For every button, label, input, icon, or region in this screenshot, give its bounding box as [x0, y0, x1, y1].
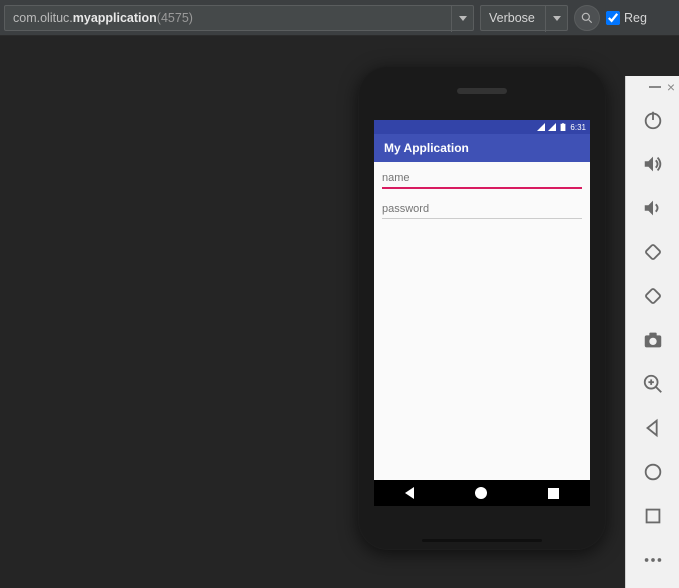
signal-icon — [537, 123, 545, 131]
battery-icon — [559, 123, 567, 131]
back-button[interactable] — [631, 406, 675, 450]
nav-home-icon[interactable] — [475, 487, 487, 499]
name-field[interactable] — [382, 168, 582, 189]
power-button[interactable] — [631, 98, 675, 142]
camera-icon — [642, 329, 664, 351]
log-level-label: Verbose — [489, 11, 535, 25]
rotate-left-button[interactable] — [631, 230, 675, 274]
workspace: 6:31 My Application × — [0, 36, 679, 557]
emulator-device-frame: 6:31 My Application — [358, 66, 606, 550]
password-field[interactable] — [382, 199, 582, 219]
more-icon — [642, 549, 664, 571]
process-bold: myapplication — [73, 11, 157, 25]
regex-checkbox-input[interactable] — [606, 11, 620, 25]
rotate-left-icon — [642, 241, 664, 263]
volume-up-icon — [642, 153, 664, 175]
home-icon — [642, 461, 664, 483]
volume-down-icon — [642, 197, 664, 219]
android-navbar — [374, 480, 590, 506]
power-icon — [642, 109, 664, 131]
side-panel-titlebar: × — [626, 76, 679, 98]
more-button[interactable] — [631, 538, 675, 582]
process-dropdown[interactable]: com.olituc.myapplication (4575) — [4, 5, 474, 31]
rotate-right-button[interactable] — [631, 274, 675, 318]
recent-button[interactable] — [631, 494, 675, 538]
android-statusbar: 6:31 — [374, 120, 590, 134]
minimize-icon[interactable] — [649, 86, 661, 88]
home-button[interactable] — [631, 450, 675, 494]
app-toolbar: My Application — [374, 134, 590, 162]
rotate-right-icon — [642, 285, 664, 307]
recent-icon — [642, 505, 664, 527]
zoom-in-icon — [642, 373, 664, 395]
emulator-screen: 6:31 My Application — [374, 120, 590, 506]
wifi-icon — [548, 123, 556, 131]
zoom-button[interactable] — [631, 362, 675, 406]
nav-back-icon[interactable] — [405, 487, 414, 499]
chevron-down-icon[interactable] — [451, 6, 473, 32]
search-button[interactable] — [574, 5, 600, 31]
process-pid: (4575) — [157, 11, 193, 25]
search-icon — [580, 11, 594, 25]
emulator-side-panel: × — [625, 76, 679, 588]
volume-up-button[interactable] — [631, 142, 675, 186]
back-icon — [642, 417, 664, 439]
logcat-toolbar: com.olituc.myapplication (4575) Verbose … — [0, 0, 679, 36]
statusbar-time: 6:31 — [570, 123, 586, 132]
regex-label: Reg — [624, 11, 647, 25]
log-level-dropdown[interactable]: Verbose — [480, 5, 568, 31]
chevron-down-icon[interactable] — [545, 6, 567, 32]
app-title: My Application — [384, 141, 469, 155]
screenshot-button[interactable] — [631, 318, 675, 362]
regex-checkbox[interactable]: Reg — [606, 11, 647, 25]
process-prefix: com.olituc. — [13, 11, 73, 25]
nav-recent-icon[interactable] — [548, 488, 559, 499]
close-icon[interactable]: × — [667, 80, 675, 94]
volume-down-button[interactable] — [631, 186, 675, 230]
app-content — [374, 162, 590, 235]
